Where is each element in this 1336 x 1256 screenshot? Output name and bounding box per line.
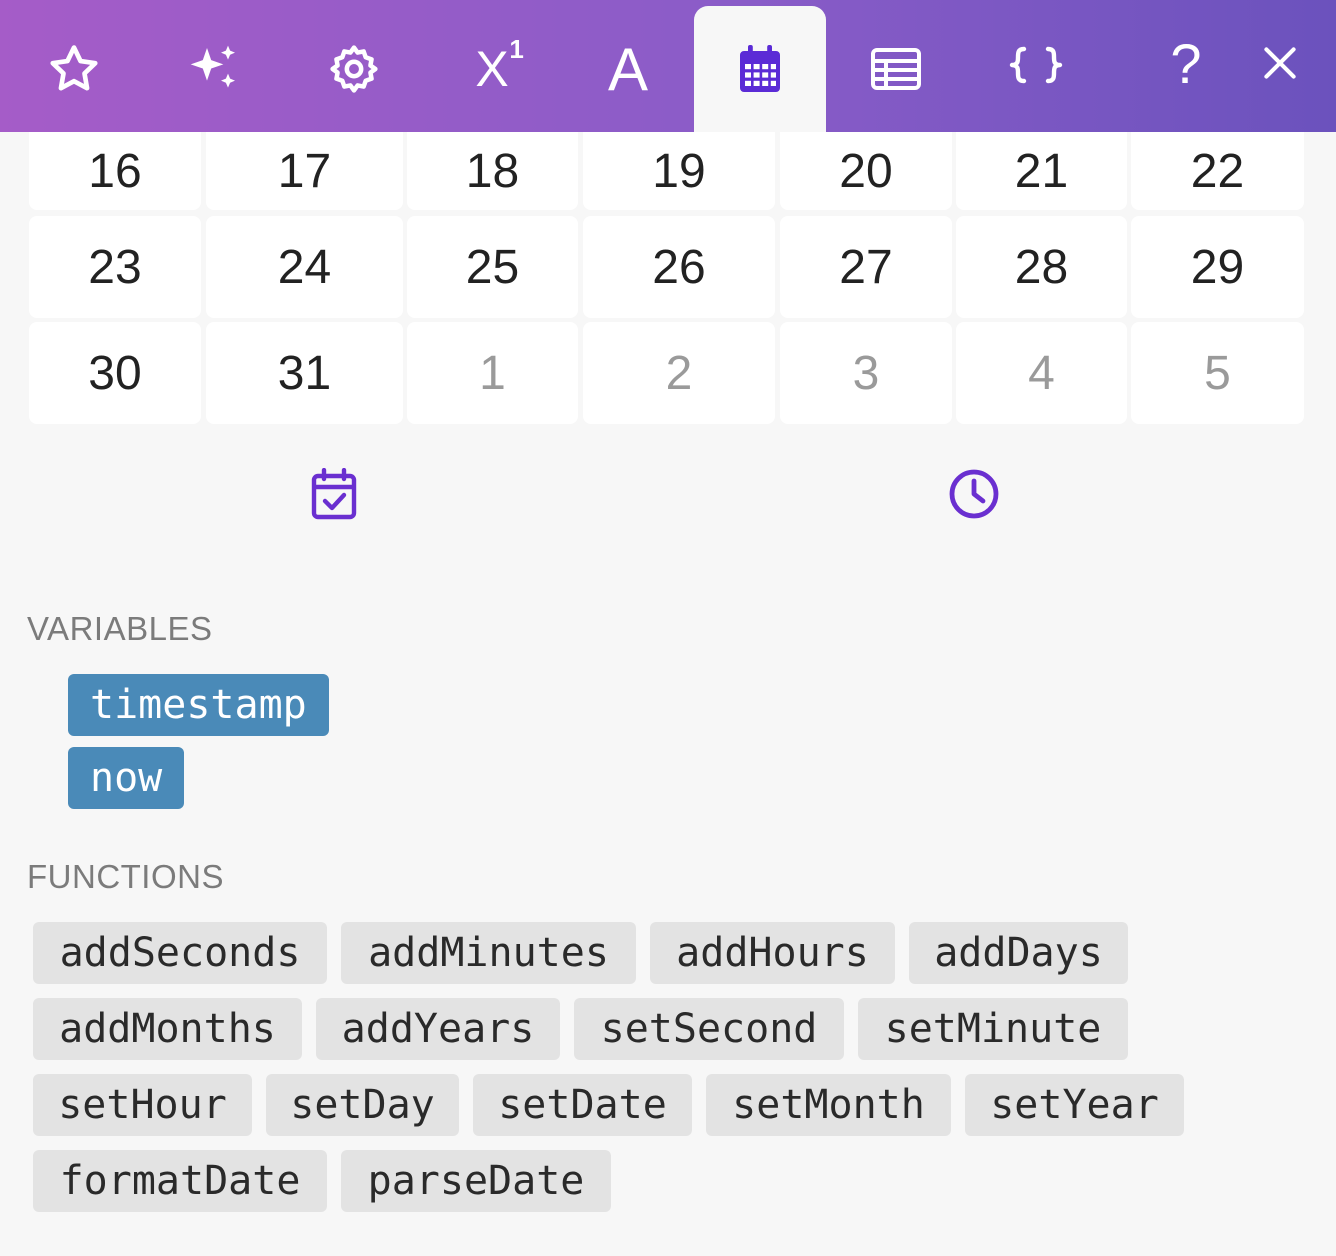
- function-chip[interactable]: setDay: [266, 1074, 459, 1136]
- function-chip[interactable]: addMonths: [33, 998, 302, 1060]
- function-chip[interactable]: parseDate: [341, 1150, 611, 1212]
- calendar-day[interactable]: 18: [407, 132, 578, 210]
- function-chip[interactable]: addYears: [316, 998, 560, 1060]
- function-chip[interactable]: setHour: [33, 1074, 252, 1136]
- question-icon: ?: [1170, 31, 1202, 95]
- calendar-day[interactable]: 24: [206, 216, 403, 318]
- gear-icon: [327, 42, 381, 96]
- variable-chip-now[interactable]: now: [68, 747, 185, 809]
- calendar-day-next-month[interactable]: 3: [780, 322, 952, 424]
- tab-math[interactable]: X1: [426, 6, 558, 132]
- function-chip[interactable]: addMinutes: [341, 922, 636, 984]
- calendar-week-row: 30 31 1 2 3 4 5: [29, 322, 1304, 424]
- function-chip[interactable]: addHours: [650, 922, 895, 984]
- tab-ai[interactable]: [148, 6, 280, 132]
- superscript-icon: X1: [475, 34, 524, 97]
- calendar-day[interactable]: 19: [583, 132, 775, 210]
- calendar-day[interactable]: 16: [29, 132, 201, 210]
- calendar-day[interactable]: 27: [780, 216, 952, 318]
- function-chip[interactable]: setYear: [965, 1074, 1184, 1136]
- function-chip[interactable]: setSecond: [574, 998, 844, 1060]
- calendar-day[interactable]: 28: [956, 216, 1127, 318]
- star-icon: [46, 41, 102, 97]
- calendar-day-next-month[interactable]: 5: [1131, 322, 1304, 424]
- calendar-day[interactable]: 21: [956, 132, 1127, 210]
- calendar-day[interactable]: 31: [206, 322, 403, 424]
- calendar-day-next-month[interactable]: 1: [407, 322, 578, 424]
- sparkles-icon: [186, 41, 242, 97]
- calendar-day[interactable]: 22: [1131, 132, 1304, 210]
- function-chip[interactable]: addSeconds: [33, 922, 327, 984]
- tab-text[interactable]: A: [562, 6, 694, 132]
- calendar-day[interactable]: 29: [1131, 216, 1304, 318]
- calendar-day[interactable]: 20: [780, 132, 952, 210]
- time-picker-toggle[interactable]: [944, 466, 1004, 526]
- calendar-day[interactable]: 26: [583, 216, 775, 318]
- calendar-day[interactable]: 25: [407, 216, 578, 318]
- text-icon: A: [607, 35, 649, 103]
- calendar-week-row: 23 24 25 26 27 28 29: [29, 216, 1304, 318]
- calendar-icon: [736, 44, 784, 94]
- function-chip[interactable]: setMonth: [706, 1074, 951, 1136]
- toolbar: X1 A ?: [0, 0, 1336, 132]
- calendar-day-next-month[interactable]: 2: [583, 322, 775, 424]
- function-chip[interactable]: setMinute: [858, 998, 1128, 1060]
- clock-icon: [948, 468, 1000, 525]
- calendar-day-next-month[interactable]: 4: [956, 322, 1127, 424]
- close-icon: [1263, 46, 1297, 80]
- tab-favorites[interactable]: [8, 6, 140, 132]
- function-chip[interactable]: formatDate: [33, 1150, 327, 1212]
- tab-date[interactable]: [694, 6, 826, 132]
- date-picker-toggle[interactable]: [304, 466, 364, 526]
- close-button[interactable]: [1228, 0, 1332, 126]
- calendar-day[interactable]: 23: [29, 216, 201, 318]
- function-chip[interactable]: setDate: [473, 1074, 692, 1136]
- tab-table[interactable]: [830, 6, 962, 132]
- functions-heading: FUNCTIONS: [27, 858, 224, 895]
- table-icon: [870, 47, 922, 91]
- tab-json[interactable]: [970, 6, 1102, 132]
- tab-settings[interactable]: [288, 6, 420, 132]
- variables-heading: VARIABLES: [27, 610, 213, 647]
- calendar-day[interactable]: 17: [206, 132, 403, 210]
- function-chip[interactable]: addDays: [909, 922, 1128, 984]
- braces-icon: [1008, 45, 1064, 93]
- variable-chip-timestamp[interactable]: timestamp: [68, 674, 329, 736]
- calendar-day[interactable]: 30: [29, 322, 201, 424]
- calendar-check-icon: [311, 467, 357, 525]
